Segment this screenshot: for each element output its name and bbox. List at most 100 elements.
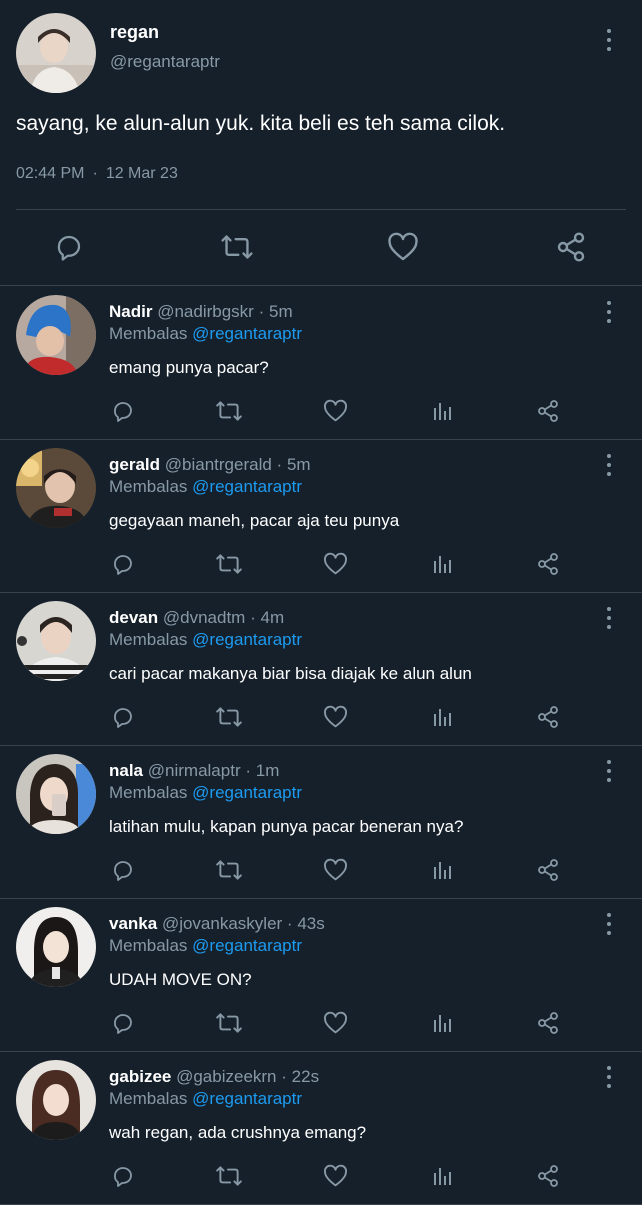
reply-tweet[interactable]: vanka @jovankaskyler · 43s Membalas @reg…	[0, 898, 642, 1052]
views-icon[interactable]	[430, 1010, 456, 1036]
mention-link[interactable]: @regantaraptr	[192, 630, 302, 649]
retweet-icon[interactable]	[215, 1163, 243, 1189]
reply-author-handle[interactable]: @nirmalaptr	[148, 761, 241, 780]
heart-icon[interactable]	[322, 857, 348, 883]
reply-separator: ·	[258, 302, 265, 321]
reply-tweet[interactable]: gerald @biantrgerald · 5m Membalas @rega…	[0, 439, 642, 593]
reply-icon[interactable]	[110, 1010, 136, 1036]
heart-icon[interactable]	[322, 1163, 348, 1189]
more-icon[interactable]	[606, 29, 612, 51]
reply-separator: ·	[281, 1067, 287, 1086]
reply-icon[interactable]	[110, 704, 136, 730]
replying-label: Membalas	[109, 324, 188, 343]
reply-time: 43s	[297, 914, 325, 933]
heart-icon[interactable]	[322, 704, 348, 730]
retweet-icon[interactable]	[215, 704, 243, 730]
retweet-icon[interactable]	[215, 857, 243, 883]
tweet-time: 02:44 PM	[16, 165, 85, 182]
reply-text: cari pacar makanya biar bisa diajak ke a…	[109, 664, 472, 683]
views-icon[interactable]	[430, 704, 456, 730]
reply-tweet[interactable]: devan @dvnadtm · 4m Membalas @regantarap…	[0, 592, 642, 746]
reply-avatar[interactable]	[16, 754, 96, 834]
reply-icon[interactable]	[110, 1163, 136, 1189]
more-icon[interactable]	[606, 760, 612, 782]
reply-author-handle[interactable]: @gabizeekrn	[176, 1067, 276, 1086]
reply-author-name[interactable]: gabizee	[109, 1067, 171, 1086]
replying-label: Membalas	[109, 783, 188, 802]
share-icon[interactable]	[535, 551, 561, 577]
heart-icon[interactable]	[322, 551, 348, 577]
reply-avatar[interactable]	[16, 907, 96, 987]
share-icon[interactable]	[535, 1163, 561, 1189]
reply-header: nala @nirmalaptr · 1m	[109, 761, 279, 781]
mention-link[interactable]: @regantaraptr	[192, 936, 302, 955]
replying-to: Membalas @regantaraptr	[109, 783, 302, 803]
tweet-date: 12 Mar 23	[105, 165, 178, 182]
heart-icon[interactable]	[322, 1010, 348, 1036]
reply-actions	[0, 1010, 642, 1036]
reply-tweet[interactable]: gabizee @gabizeekrn · 22s Membalas @rega…	[0, 1051, 642, 1205]
reply-author-name[interactable]: devan	[109, 608, 158, 627]
views-icon[interactable]	[430, 551, 456, 577]
reply-avatar[interactable]	[16, 1060, 96, 1140]
mention-link[interactable]: @regantaraptr	[192, 1089, 302, 1108]
share-icon[interactable]	[553, 230, 589, 264]
reply-author-handle[interactable]: @biantrgerald	[165, 455, 272, 474]
views-icon[interactable]	[430, 857, 456, 883]
heart-icon[interactable]	[322, 398, 348, 424]
more-icon[interactable]	[606, 454, 612, 476]
retweet-icon[interactable]	[215, 1010, 243, 1036]
reply-actions	[0, 398, 642, 424]
reply-author-name[interactable]: gerald	[109, 455, 160, 474]
share-icon[interactable]	[535, 1010, 561, 1036]
reply-header: gabizee @gabizeekrn · 22s	[109, 1067, 319, 1087]
more-icon[interactable]	[606, 913, 612, 935]
author-name[interactable]: regan	[110, 22, 159, 43]
reply-tweet[interactable]: nala @nirmalaptr · 1m Membalas @regantar…	[0, 745, 642, 899]
reply-text: emang punya pacar?	[109, 358, 269, 377]
reply-icon[interactable]	[110, 398, 136, 424]
reply-time: 5m	[286, 455, 311, 474]
author-avatar[interactable]	[16, 13, 96, 93]
reply-author-handle[interactable]: @nadirbgskr	[157, 302, 254, 321]
reply-separator: ·	[245, 761, 252, 780]
replying-to: Membalas @regantaraptr	[109, 630, 302, 650]
reply-author-name[interactable]: vanka	[109, 914, 157, 933]
reply-icon[interactable]	[110, 857, 136, 883]
reply-avatar[interactable]	[16, 601, 96, 681]
reply-icon[interactable]	[52, 230, 86, 264]
retweet-icon[interactable]	[215, 398, 243, 424]
reply-avatar[interactable]	[16, 295, 96, 375]
more-icon[interactable]	[606, 301, 612, 323]
views-icon[interactable]	[430, 1163, 456, 1189]
reply-avatar[interactable]	[16, 448, 96, 528]
reply-author-name[interactable]: Nadir	[109, 302, 152, 321]
share-icon[interactable]	[535, 704, 561, 730]
reply-author-handle[interactable]: @dvnadtm	[163, 608, 245, 627]
reply-icon[interactable]	[110, 551, 136, 577]
retweet-icon[interactable]	[215, 551, 243, 577]
more-icon[interactable]	[606, 1066, 612, 1088]
mention-link[interactable]: @regantaraptr	[192, 324, 302, 343]
heart-icon[interactable]	[386, 230, 420, 264]
meta-separator: ·	[92, 165, 98, 182]
tweet-text: sayang, ke alun-alun yuk. kita beli es t…	[16, 112, 506, 135]
reply-separator: ·	[276, 455, 283, 474]
mention-link[interactable]: @regantaraptr	[192, 783, 302, 802]
share-icon[interactable]	[535, 857, 561, 883]
reply-header: gerald @biantrgerald · 5m	[109, 455, 311, 475]
mention-link[interactable]: @regantaraptr	[192, 477, 302, 496]
reply-actions	[0, 551, 642, 577]
reply-author-handle[interactable]: @jovankaskyler	[162, 914, 282, 933]
views-icon[interactable]	[430, 398, 456, 424]
replying-to: Membalas @regantaraptr	[109, 477, 302, 497]
author-handle[interactable]: @regantaraptr	[110, 52, 220, 72]
share-icon[interactable]	[535, 398, 561, 424]
reply-header: vanka @jovankaskyler · 43s	[109, 914, 325, 934]
retweet-icon[interactable]	[219, 230, 255, 264]
tweet-timestamp: 02:44 PM · 12 Mar 23	[16, 165, 178, 183]
reply-tweet[interactable]: Nadir @nadirbgskr · 5m Membalas @reganta…	[0, 286, 642, 440]
reply-author-name[interactable]: nala	[109, 761, 143, 780]
reply-actions	[0, 704, 642, 730]
more-icon[interactable]	[606, 607, 612, 629]
